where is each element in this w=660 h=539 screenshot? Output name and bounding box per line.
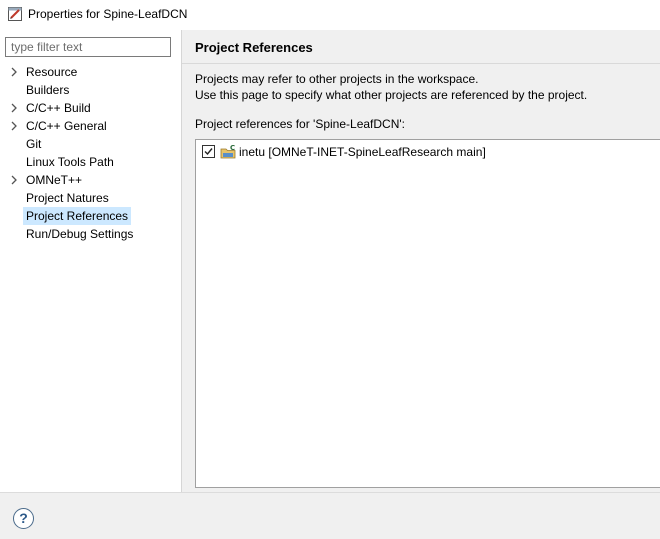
page-description-line-2: Use this page to specify what other proj… xyxy=(195,88,588,102)
project-references-list[interactable]: C inetu [OMNeT-INET-SpineLeafResearch ma… xyxy=(195,139,660,488)
page-header: Project References xyxy=(182,30,660,64)
properties-edit-icon xyxy=(8,7,22,21)
window-title: Properties for Spine-LeafDCN xyxy=(28,7,188,21)
help-icon[interactable]: ? xyxy=(13,508,34,529)
page-description-line-1: Projects may refer to other projects in … xyxy=(195,72,479,86)
tree-item-linux-tools-path[interactable]: Linux Tools Path xyxy=(0,153,181,171)
tree-item-label: Project References xyxy=(23,207,132,225)
tree-item-label: Git xyxy=(26,137,42,151)
tree-item-label: Linux Tools Path xyxy=(26,155,114,169)
property-page: Project References Projects may refer to… xyxy=(182,30,660,492)
dialog-footer: ? xyxy=(0,492,660,539)
tree-item-cpp-build[interactable]: C/C++ Build xyxy=(0,99,181,117)
reference-checkbox[interactable] xyxy=(202,145,215,158)
sidebar: Resource Builders C/C++ Build C/C++ Gene… xyxy=(0,30,181,492)
chevron-right-icon[interactable] xyxy=(9,174,19,186)
chevron-right-icon[interactable] xyxy=(9,120,19,132)
filter-input[interactable] xyxy=(5,37,171,57)
tree-item-label: Run/Debug Settings xyxy=(26,227,134,241)
tree-item-label: Resource xyxy=(26,65,78,79)
tree-item-label: Project Natures xyxy=(26,191,109,205)
tree-item-builders[interactable]: Builders xyxy=(0,81,181,99)
tree-item-cpp-general[interactable]: C/C++ General xyxy=(0,117,181,135)
reference-label: inetu [OMNeT-INET-SpineLeafResearch main… xyxy=(239,145,486,159)
svg-text:C: C xyxy=(230,144,235,152)
references-label: Project references for 'Spine-LeafDCN': xyxy=(195,117,406,131)
tree-item-label: C/C++ Build xyxy=(26,101,91,115)
tree-item-label: OMNeT++ xyxy=(26,173,83,187)
tree-item-label: Builders xyxy=(26,83,70,97)
tree-item-omnetpp[interactable]: OMNeT++ xyxy=(0,171,181,189)
tree-item-run-debug-settings[interactable]: Run/Debug Settings xyxy=(0,225,181,243)
page-title: Project References xyxy=(195,40,313,55)
tree-item-git[interactable]: Git xyxy=(0,135,181,153)
chevron-right-icon[interactable] xyxy=(9,102,19,114)
tree-item-project-natures[interactable]: Project Natures xyxy=(0,189,181,207)
list-item[interactable]: C inetu [OMNeT-INET-SpineLeafResearch ma… xyxy=(202,144,642,160)
checkmark-icon xyxy=(204,148,213,156)
project-folder-icon: C xyxy=(220,144,236,159)
title-bar: Properties for Spine-LeafDCN xyxy=(0,0,660,30)
tree-item-project-references[interactable]: Project References xyxy=(0,207,181,225)
tree-item-label: C/C++ General xyxy=(26,119,107,133)
chevron-right-icon[interactable] xyxy=(9,66,19,78)
tree-item-resource[interactable]: Resource xyxy=(0,63,181,81)
